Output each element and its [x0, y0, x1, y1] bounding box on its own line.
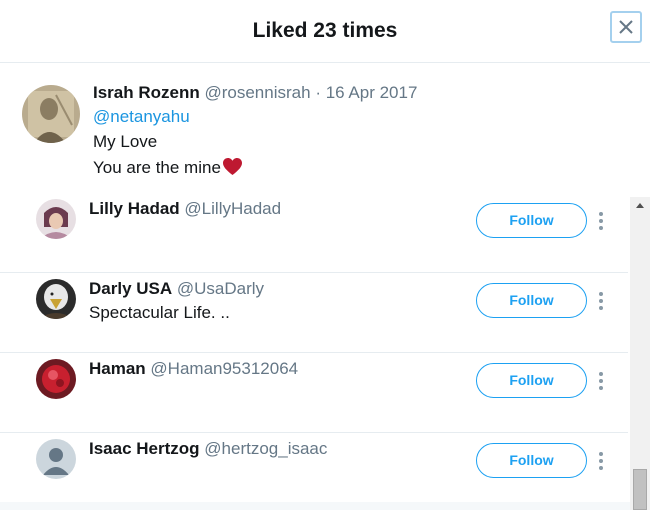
- user-name[interactable]: Lilly Hadad: [89, 199, 180, 218]
- more-options-icon[interactable]: [596, 290, 606, 312]
- tweet-text-line: You are the mine: [93, 157, 243, 181]
- user-header: Darly USA @UsaDarly: [89, 279, 264, 299]
- user-name[interactable]: Haman: [89, 359, 146, 378]
- tweet-text-line: My Love: [93, 132, 158, 151]
- dialog-header: Liked 23 times: [0, 0, 650, 63]
- user-handle[interactable]: @hertzog_isaac: [204, 439, 327, 458]
- list-item[interactable]: Lilly Hadad @LillyHadad Follow: [0, 193, 628, 273]
- tweet-header: Israh Rozenn @rosennisrah · 16 Apr 2017: [93, 83, 417, 103]
- user-header: Lilly Hadad @LillyHadad: [89, 199, 281, 219]
- user-handle[interactable]: @LillyHadad: [184, 199, 281, 218]
- heart-icon: [222, 157, 243, 181]
- liked-tweet: Israh Rozenn @rosennisrah · 16 Apr 2017 …: [0, 63, 650, 193]
- follow-button[interactable]: Follow: [476, 203, 587, 238]
- user-header: Isaac Hertzog @hertzog_isaac: [89, 439, 327, 459]
- avatar[interactable]: [36, 359, 76, 399]
- avatar[interactable]: [36, 279, 76, 319]
- more-options-icon[interactable]: [596, 210, 606, 232]
- user-bio: Spectacular Life. ..: [89, 303, 230, 322]
- user-handle[interactable]: @Haman95312064: [150, 359, 298, 378]
- list-item[interactable]: Darly USA @UsaDarly Spectacular Life. ..…: [0, 273, 628, 353]
- avatar[interactable]: [36, 199, 76, 239]
- user-header: Haman @Haman95312064: [89, 359, 298, 379]
- liked-by-list: Lilly Hadad @LillyHadad Follow Darly USA: [0, 193, 628, 510]
- tweet-text: You are the mine: [93, 158, 221, 177]
- user-name[interactable]: Isaac Hertzog: [89, 439, 200, 458]
- follow-button[interactable]: Follow: [476, 443, 587, 478]
- separator-dot: ·: [315, 83, 321, 102]
- follow-button[interactable]: Follow: [476, 363, 587, 398]
- list-item[interactable]: Haman @Haman95312064 Follow: [0, 353, 628, 433]
- scrollbar[interactable]: [630, 197, 650, 510]
- scroll-up-arrow-icon[interactable]: [630, 197, 650, 215]
- avatar[interactable]: [22, 85, 80, 143]
- more-options-icon[interactable]: [596, 370, 606, 392]
- list-bottom-edge: [0, 502, 630, 510]
- close-icon: [619, 20, 633, 34]
- user-handle[interactable]: @UsaDarly: [177, 279, 264, 298]
- tweet-author-name[interactable]: Israh Rozenn: [93, 83, 200, 102]
- tweet-mention-link[interactable]: @netanyahu: [93, 107, 190, 127]
- tweet-author-handle[interactable]: @rosennisrah: [204, 83, 310, 102]
- follow-button[interactable]: Follow: [476, 283, 587, 318]
- close-button[interactable]: [610, 11, 642, 43]
- avatar[interactable]: [36, 439, 76, 479]
- scrollbar-thumb[interactable]: [633, 469, 647, 510]
- tweet-date[interactable]: 16 Apr 2017: [326, 83, 418, 102]
- user-name[interactable]: Darly USA: [89, 279, 172, 298]
- more-options-icon[interactable]: [596, 450, 606, 472]
- list-item[interactable]: Isaac Hertzog @hertzog_isaac Follow: [0, 433, 628, 510]
- likes-dialog: Liked 23 times Israh Rozenn @rosennisrah…: [0, 0, 650, 510]
- dialog-title: Liked 23 times: [252, 19, 398, 42]
